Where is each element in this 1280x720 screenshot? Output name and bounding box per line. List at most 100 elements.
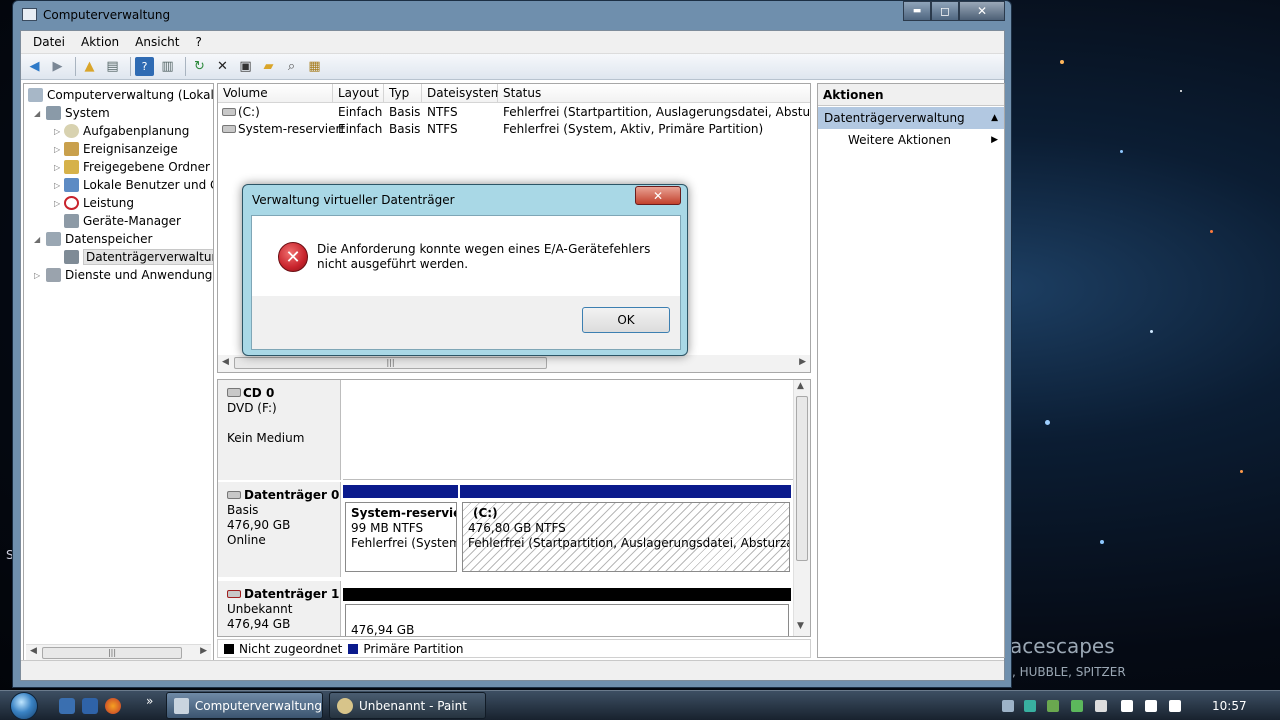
- partition-status: Fehlerfrei (Startpartition, Auslagerungs…: [468, 536, 789, 550]
- scrollbar-thumb[interactable]: |||: [42, 647, 182, 659]
- volume-icon[interactable]: [1169, 700, 1181, 712]
- tree-item-ereignisanzeige[interactable]: Ereignisanzeige: [64, 140, 178, 158]
- disk-state: Online: [227, 533, 266, 547]
- expand-arrow-icon[interactable]: ▷: [54, 199, 60, 208]
- delete-icon[interactable]: ✕: [213, 57, 232, 76]
- tree-item-computerverwaltung[interactable]: Computerverwaltung (Lokal): [28, 86, 213, 104]
- column-header-status[interactable]: Status: [498, 84, 810, 103]
- expand-arrow-icon[interactable]: ▷: [54, 163, 60, 172]
- actions-section-disk-management[interactable]: Datenträgerverwaltung ▲: [818, 107, 1004, 129]
- show-desktop-icon[interactable]: [59, 698, 75, 714]
- show-hide-tree-icon[interactable]: ▤: [103, 57, 122, 76]
- tray-icon[interactable]: [1095, 700, 1107, 712]
- menu-ansicht[interactable]: Ansicht: [127, 35, 187, 49]
- tree-item-geraete-manager[interactable]: Geräte-Manager: [64, 212, 181, 230]
- disk-info-disk0[interactable]: Datenträger 0 Basis 476,90 GB Online: [218, 482, 341, 577]
- clock[interactable]: 10:57: [1212, 699, 1247, 713]
- scroll-left-icon[interactable]: ◀: [30, 646, 37, 656]
- refresh-icon[interactable]: ↻: [190, 57, 209, 76]
- collapse-up-icon[interactable]: ▲: [991, 107, 998, 129]
- tree-item-system[interactable]: System: [46, 104, 110, 122]
- expand-arrow-icon[interactable]: ▷: [34, 271, 40, 280]
- column-header-dateisystem[interactable]: Dateisystem: [422, 84, 502, 103]
- disk-kind: Unbekannt: [227, 602, 293, 616]
- explorer-icon[interactable]: [82, 698, 98, 714]
- firefox-icon[interactable]: [105, 698, 121, 714]
- window-controls: ▬ ◻ ✕: [903, 1, 1005, 21]
- minimize-button[interactable]: ▬: [903, 1, 931, 21]
- toolbar: ◀ ▶ ▲ ▤ ? ▥ ↻ ✕ ▣ ▰ ⌕ ▦: [21, 54, 1004, 80]
- task-computerverwaltung[interactable]: Computerverwaltung: [166, 692, 323, 719]
- collapse-arrow-icon[interactable]: ◢: [34, 109, 40, 118]
- help-icon[interactable]: ?: [135, 57, 154, 76]
- unallocated-bar: [343, 588, 791, 601]
- tree-item-datenspeicher[interactable]: Datenspeicher: [46, 230, 152, 248]
- start-button[interactable]: [3, 691, 49, 720]
- unallocated-region[interactable]: 476,94 GB: [345, 604, 789, 636]
- maximize-button[interactable]: ◻: [931, 1, 959, 21]
- partition-system-reserved[interactable]: System-reserviert 99 MB NTFS Fehlerfrei …: [345, 502, 457, 572]
- tree-item-freigegebene-ordner[interactable]: Freigegebene Ordner: [64, 158, 210, 176]
- expand-arrow-icon[interactable]: ▷: [54, 181, 60, 190]
- ok-button[interactable]: OK: [582, 307, 670, 333]
- menu-datei[interactable]: Datei: [25, 35, 73, 49]
- storage-icon: [46, 232, 61, 246]
- collapse-arrow-icon[interactable]: ◢: [34, 235, 40, 244]
- up-folder-icon[interactable]: ▲: [80, 57, 99, 76]
- back-icon[interactable]: ◀: [25, 57, 44, 76]
- tree-item-aufgabenplanung[interactable]: Aufgabenplanung: [64, 122, 189, 140]
- tree-horizontal-scrollbar[interactable]: ◀ ||| ▶: [26, 644, 211, 660]
- menu-aktion[interactable]: Aktion: [73, 35, 127, 49]
- column-header-layout[interactable]: Layout: [333, 84, 384, 103]
- tree-item-label: Geräte-Manager: [83, 214, 181, 228]
- tree-item-leistung[interactable]: Leistung: [64, 194, 134, 212]
- tree-item-datentraegerverwaltung[interactable]: Datenträgerverwaltung: [64, 248, 213, 266]
- expand-arrow-icon[interactable]: ▷: [54, 127, 60, 136]
- tree-item-lokale-benutzer[interactable]: Lokale Benutzer und Gruppen: [64, 176, 213, 194]
- scroll-down-icon[interactable]: ▼: [797, 621, 804, 631]
- task-paint[interactable]: Unbenannt - Paint: [329, 692, 486, 719]
- scroll-left-icon[interactable]: ◀: [222, 357, 229, 367]
- computer-management-app-icon: [174, 697, 189, 714]
- show-hide-action-pane-icon[interactable]: ▥: [158, 57, 177, 76]
- actions-pane: Aktionen Datenträgerverwaltung ▲ Weitere…: [817, 83, 1005, 658]
- action-center-flag-icon[interactable]: [1121, 700, 1133, 712]
- scrollbar-thumb[interactable]: [796, 396, 808, 561]
- drive-icon: [222, 108, 236, 116]
- cell-volume: System-reserviert: [238, 122, 346, 136]
- task-label: Computerverwaltung: [194, 698, 322, 713]
- scroll-right-icon[interactable]: ▶: [200, 646, 207, 656]
- menu-help[interactable]: ?: [187, 35, 209, 49]
- column-header-typ[interactable]: Typ: [384, 84, 422, 103]
- dialog-close-button[interactable]: ✕: [635, 186, 681, 205]
- tray-icon[interactable]: [1024, 700, 1036, 712]
- window-title: Computerverwaltung: [43, 8, 171, 22]
- expand-arrow-icon[interactable]: ▷: [54, 145, 60, 154]
- tray-icon[interactable]: [1071, 700, 1083, 712]
- open-folder-icon[interactable]: ▰: [259, 57, 278, 76]
- scroll-up-icon[interactable]: ▲: [797, 381, 804, 391]
- partition-name: (C:): [473, 506, 498, 520]
- volume-list-horizontal-scrollbar[interactable]: ◀ ||| ▶: [218, 355, 810, 372]
- forward-icon[interactable]: ▶: [48, 57, 67, 76]
- shared-folders-icon: [64, 160, 79, 174]
- tray-icon[interactable]: [1047, 700, 1059, 712]
- disk-info-disk1[interactable]: Datenträger 1 Unbekannt 476,94 GB: [218, 581, 341, 636]
- star: [1045, 420, 1050, 425]
- scrollbar-thumb[interactable]: |||: [234, 357, 547, 369]
- disk-pane-vertical-scrollbar[interactable]: ▲ ▼: [793, 380, 810, 636]
- properties-icon[interactable]: ▣: [236, 57, 255, 76]
- tray-icon[interactable]: [1002, 700, 1014, 712]
- network-icon[interactable]: [1145, 700, 1157, 712]
- scroll-right-icon[interactable]: ▶: [799, 357, 806, 367]
- partition-c[interactable]: (C:) 476,80 GB NTFS Fehlerfrei (Startpar…: [462, 502, 790, 572]
- search-icon[interactable]: ⌕: [282, 57, 301, 76]
- action-more-actions[interactable]: Weitere Aktionen ▶: [818, 129, 1004, 151]
- close-button[interactable]: ✕: [959, 1, 1005, 21]
- tree-item-dienste[interactable]: Dienste und Anwendungen: [46, 266, 213, 284]
- disk-wizard-icon[interactable]: ▦: [305, 57, 324, 76]
- disk-info-cd0[interactable]: CD 0 DVD (F:) Kein Medium: [218, 380, 341, 480]
- partition-bar-system-reserved: [343, 485, 458, 498]
- quicklaunch-overflow-icon[interactable]: »: [146, 694, 153, 708]
- column-header-volume[interactable]: Volume: [218, 84, 333, 103]
